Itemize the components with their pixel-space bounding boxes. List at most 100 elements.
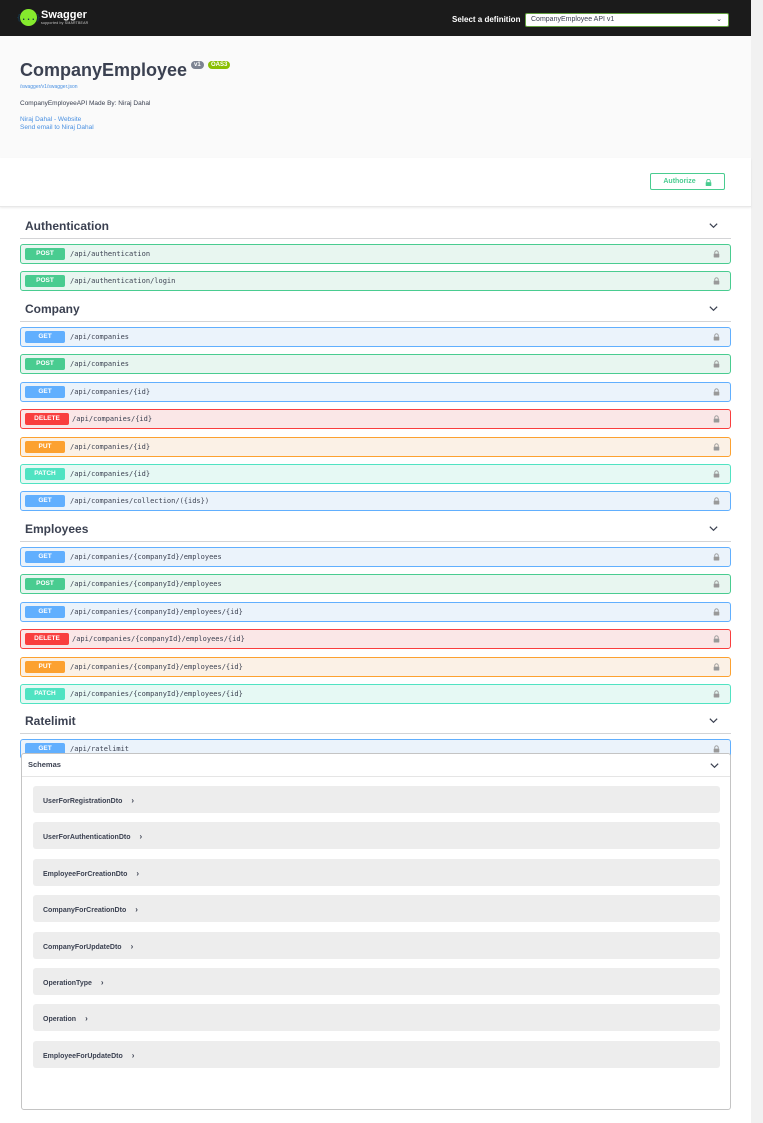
tag-title: Company [25, 302, 80, 316]
operation-get[interactable]: GET/api/companies/collection/({ids}) [20, 491, 731, 511]
lock-icon[interactable] [713, 250, 720, 258]
method-badge: GET [25, 495, 65, 507]
schema-model-label: Operation [43, 1016, 77, 1023]
schema-model-label: EmployeeForUpdateDto [43, 1053, 123, 1060]
schema-model[interactable]: CompanyForCreationDto › [33, 895, 720, 922]
chevron-down-icon[interactable] [708, 303, 719, 314]
tag-header-employees[interactable]: Employees [20, 520, 731, 542]
schema-model[interactable]: UserForAuthenticationDto › [33, 822, 720, 849]
schema-model-name: UserForRegistrationDto › [43, 796, 134, 805]
operation-put[interactable]: PUT/api/companies/{id} [20, 437, 731, 457]
chevron-down-icon[interactable] [708, 220, 719, 231]
operation-path: /api/companies [70, 333, 130, 341]
lock-icon[interactable] [713, 497, 720, 505]
method-badge: GET [25, 551, 65, 563]
schema-model[interactable]: Operation › [33, 1004, 720, 1031]
lock-icon[interactable] [713, 635, 720, 643]
chevron-right-icon: › [130, 942, 134, 951]
lock-icon [705, 179, 711, 186]
chevron-right-icon: › [100, 978, 104, 987]
logo-name: Swagger [41, 8, 87, 21]
method-badge: POST [25, 358, 65, 370]
lock-icon[interactable] [713, 745, 720, 753]
chevron-down-icon: ⌄ [716, 16, 722, 23]
method-badge: GET [25, 386, 65, 398]
schema-model-name: CompanyForUpdateDto › [43, 942, 133, 951]
schema-model-label: UserForRegistrationDto [43, 798, 123, 805]
lock-icon[interactable] [713, 443, 720, 451]
lock-icon[interactable] [713, 690, 720, 698]
info-section: CompanyEmployee v1 OAS3 /swagger/v1/swag… [0, 36, 751, 158]
operation-path: /api/companies/{companyId}/employees/{id… [72, 635, 245, 643]
schema-model-name: UserForAuthenticationDto › [43, 832, 142, 841]
contact-website-link[interactable]: Niraj Dahal - Website [20, 116, 81, 123]
schema-model-label: OperationType [43, 980, 92, 987]
operation-post[interactable]: POST/api/authentication/login [20, 271, 731, 291]
operation-path: /api/companies/{companyId}/employees [70, 553, 222, 561]
operation-path: /api/companies/collection/({ids}) [70, 497, 210, 505]
schema-model[interactable]: EmployeeForUpdateDto › [33, 1041, 720, 1068]
schemas-header[interactable]: Schemas [22, 754, 730, 777]
operation-get[interactable]: GET/api/companies [20, 327, 731, 347]
lock-icon[interactable] [713, 580, 720, 588]
definition-select[interactable]: CompanyEmployee API v1 ⌄ [525, 13, 729, 27]
api-title: CompanyEmployee [20, 60, 188, 80]
schema-model[interactable]: UserForRegistrationDto › [33, 786, 720, 813]
operation-patch[interactable]: PATCH/api/companies/{companyId}/employee… [20, 684, 731, 704]
operation-path: /api/authentication [70, 250, 151, 258]
chevron-down-icon[interactable] [708, 715, 719, 726]
operation-path: /api/companies/{id} [70, 388, 151, 396]
method-badge: PATCH [25, 688, 65, 700]
operation-post[interactable]: POST/api/companies [20, 354, 731, 374]
tag-header-company[interactable]: Company [20, 300, 731, 322]
operation-patch[interactable]: PATCH/api/companies/{id} [20, 464, 731, 484]
lock-icon[interactable] [713, 415, 720, 423]
operation-delete[interactable]: DELETE/api/companies/{companyId}/employe… [20, 629, 731, 649]
chevron-down-icon[interactable] [708, 523, 719, 534]
operation-get[interactable]: GET/api/companies/{companyId}/employees [20, 547, 731, 567]
operation-delete[interactable]: DELETE/api/companies/{id} [20, 409, 731, 429]
method-badge: PUT [25, 441, 65, 453]
schema-model-label: EmployeeForCreationDto [43, 871, 128, 878]
lock-icon[interactable] [713, 388, 720, 396]
tag-header-ratelimit[interactable]: Ratelimit [20, 712, 731, 734]
schema-model[interactable]: CompanyForUpdateDto › [33, 932, 720, 959]
method-badge: DELETE [25, 413, 69, 425]
method-badge: PUT [25, 661, 65, 673]
schema-model[interactable]: OperationType › [33, 968, 720, 995]
schema-model-label: CompanyForUpdateDto [43, 944, 122, 951]
spec-url-link[interactable]: /swagger/v1/swagger.json [20, 84, 78, 90]
operation-get[interactable]: GET/api/companies/{companyId}/employees/… [20, 602, 731, 622]
lock-icon[interactable] [713, 470, 720, 478]
lock-icon[interactable] [713, 663, 720, 671]
lock-icon[interactable] [713, 277, 720, 285]
oas-badge: OAS3 [208, 61, 231, 69]
schema-model[interactable]: EmployeeForCreationDto › [33, 859, 720, 886]
operation-path: /api/companies/{companyId}/employees/{id… [70, 663, 243, 671]
method-badge: GET [25, 606, 65, 618]
operation-post[interactable]: POST/api/authentication [20, 244, 731, 264]
lock-icon[interactable] [713, 608, 720, 616]
schema-model-label: UserForAuthenticationDto [43, 834, 131, 841]
schemas-section: Schemas UserForRegistrationDto › UserForAu… [21, 753, 731, 1110]
scrollbar[interactable] [751, 0, 763, 1123]
logo-subtitle: supported by SMARTBEAR [41, 20, 89, 25]
lock-icon[interactable] [713, 553, 720, 561]
operation-post[interactable]: POST/api/companies/{companyId}/employees [20, 574, 731, 594]
operation-path: /api/companies/{id} [70, 470, 151, 478]
api-description: CompanyEmployeeAPI Made By: Niraj Dahal [20, 100, 151, 107]
chevron-down-icon[interactable] [709, 760, 720, 771]
chevron-right-icon: › [136, 869, 140, 878]
tag-header-authentication[interactable]: Authentication [20, 217, 731, 239]
swagger-logo[interactable]: {...} Swagger supported by SMARTBEAR [16, 8, 89, 26]
schema-model-name: EmployeeForCreationDto › [43, 869, 139, 878]
operation-get[interactable]: GET/api/companies/{id} [20, 382, 731, 402]
auth-wrapper: Authorize [0, 158, 751, 207]
operation-put[interactable]: PUT/api/companies/{companyId}/employees/… [20, 657, 731, 677]
chevron-right-icon: › [139, 832, 143, 841]
lock-icon[interactable] [713, 333, 720, 341]
lock-icon[interactable] [713, 360, 720, 368]
operation-path: /api/authentication/login [70, 277, 176, 285]
authorize-button[interactable]: Authorize [650, 173, 725, 190]
contact-email-link[interactable]: Send email to Niraj Dahal [20, 124, 94, 131]
